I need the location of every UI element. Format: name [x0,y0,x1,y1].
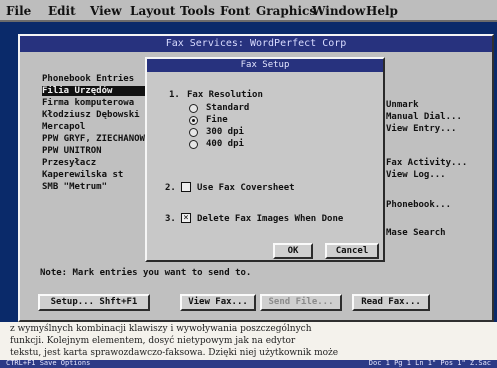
coversheet-number: 2. [165,183,176,193]
send-file-button[interactable]: Send File... [260,294,342,311]
resolution-number: 1. [169,90,180,100]
setup-button[interactable]: Setup... Shft+F1 [38,294,150,311]
resolution-option-400dpi[interactable]: 400 dpi [189,139,309,151]
menu-window[interactable]: Window [312,4,365,18]
view-entry-action[interactable]: View Entry... [386,124,456,134]
delete-number: 3. [165,214,176,224]
checkbox-icon [181,182,191,192]
menu-edit[interactable]: Edit [48,4,76,18]
radio-icon [189,140,198,149]
phonebook-entry[interactable]: PPW GRYF, ZIECHANÓW [42,134,160,144]
status-right: Doc 1 Pg 1 Ln 1" Pos 1" Z.Sac [368,359,491,367]
phonebook-action[interactable]: Phonebook... [386,200,451,210]
read-fax-button[interactable]: Read Fax... [352,294,430,311]
option-label: 400 dpi [206,139,244,149]
phonebook-entry[interactable]: Przesyłacz [42,158,160,168]
mark-note: Note: Mark entries you want to send to. [40,268,252,278]
manual-dial-action[interactable]: Manual Dial... [386,112,462,122]
article-line: tekstu, jest karta sprawozdawczo-faksowa… [10,348,339,358]
phonebook-entry[interactable]: Firma komputerowa [42,98,160,108]
fax-setup-dialog: Fax Setup 1. Fax Resolution Standard Fin… [145,57,385,262]
unmark-action[interactable]: Unmark [386,100,419,110]
resolution-option-300dpi[interactable]: 300 dpi [189,127,309,139]
phonebook-entry-selected[interactable]: Filia Urzędów [42,86,160,96]
view-log-action[interactable]: View Log... [386,170,446,180]
delete-images-checkbox[interactable]: × Delete Fax Images When Done [181,212,371,225]
article-text: z wymyślnych kombinacji klawiszy i wywoł… [0,322,497,362]
phonebook-header: Phonebook Entries [42,74,135,84]
coversheet-label: Use Fax Coversheet [197,183,295,193]
delete-images-label: Delete Fax Images When Done [197,214,344,224]
phonebook-entry[interactable]: SMB "Metrum" [42,182,160,192]
phonebook-entry[interactable]: Kłodziusz Dębowski [42,110,160,120]
dialog-title: Fax Services: WordPerfect Corp [20,36,492,52]
resolution-option-standard[interactable]: Standard [189,103,309,115]
menu-graphics[interactable]: Graphics [256,4,316,18]
menu-font[interactable]: Font [220,4,250,18]
option-label: 300 dpi [206,127,244,137]
unmark-label: Unmark [386,100,419,110]
radio-selected-icon [189,116,198,125]
article-line: funkcji. Kolejnym elementem, dosyć niety… [10,336,296,346]
fax-setup-title: Fax Setup [147,59,383,72]
checkbox-checked-icon: × [181,213,191,223]
view-fax-button[interactable]: View Fax... [180,294,256,311]
menu-file[interactable]: File [6,4,31,18]
resolution-option-fine[interactable]: Fine [189,115,309,127]
article-line: z wymyślnych kombinacji klawiszy i wywoł… [10,324,312,334]
radio-icon [189,128,198,137]
fax-activity-action[interactable]: Fax Activity... [386,158,467,168]
coversheet-checkbox[interactable]: Use Fax Coversheet [181,181,351,194]
fax-services-dialog: Fax Services: WordPerfect Corp Phonebook… [18,34,494,322]
ok-button[interactable]: OK [273,243,313,259]
menu-layout[interactable]: Layout [130,4,175,18]
menu-help[interactable]: Help [366,4,398,18]
status-left: CTRL+F1 Save Options [6,359,91,367]
cancel-button[interactable]: Cancel [325,243,379,259]
radio-icon [189,104,198,113]
phonebook-entry[interactable]: Kaperewilska st [42,170,160,180]
option-label: Standard [206,103,250,113]
mase-search-action[interactable]: Mase Search [386,228,446,238]
status-bar: CTRL+F1 Save Options Doc 1 Pg 1 Ln 1" Po… [0,359,497,368]
resolution-label: Fax Resolution [187,90,263,100]
option-label: Fine [206,115,228,125]
menu-view[interactable]: View [90,4,122,18]
phonebook-entry[interactable]: Mercapol [42,122,160,132]
phonebook-entry[interactable]: PPW UNITRON [42,146,160,156]
menu-bar: File Edit View Layout Tools Font Graphic… [0,0,497,22]
menu-tools[interactable]: Tools [180,4,215,18]
